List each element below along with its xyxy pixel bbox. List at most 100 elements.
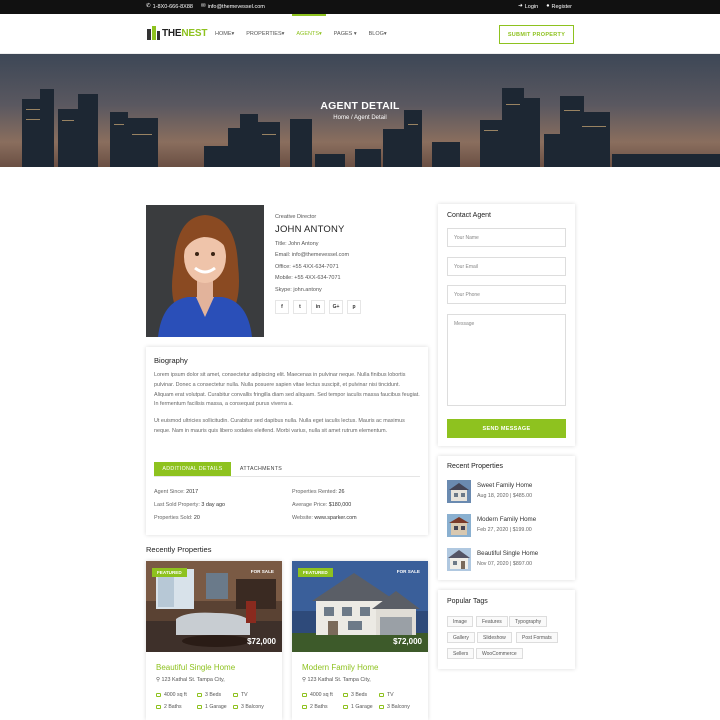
property-card[interactable]: FEATURED FOR SALE $72,000 Beautiful Sing… — [146, 561, 282, 720]
recent-property-price: $485.00 — [512, 493, 533, 499]
detail-label: Properties Sold: — [154, 515, 193, 521]
linkedin-icon[interactable]: in — [311, 299, 325, 314]
biography-paragraph-1: Lorem ipsum dolor sit amet, consectetur … — [154, 372, 420, 408]
breadcrumb-home-link[interactable]: Home — [333, 115, 349, 121]
address-text: 123 Kathal St. Tampa City, — [307, 677, 371, 683]
property-name[interactable]: Beautiful Single Home — [156, 663, 235, 672]
property-card[interactable]: FEATURED FOR SALE $72,000 Modern Family … — [292, 561, 428, 720]
agent-email-link[interactable]: info@themevessel.com — [292, 252, 349, 258]
nav-item-agents[interactable]: AGENTS▾ — [292, 14, 327, 54]
info-value: John Antony — [288, 240, 319, 247]
agent-mobile-row: Mobile: +55 4XX-634-7071 — [275, 275, 361, 281]
detail-value: 26 — [338, 489, 345, 495]
phone-icon: ✆ — [146, 3, 151, 10]
feature-beds: 3 Beds — [343, 692, 367, 698]
detail-website: Website: www.sparker.com — [292, 515, 357, 521]
user-icon: ● — [546, 3, 550, 10]
recent-property-item[interactable]: Sweet Family Home Aug 18, 2020 | $485.00 — [447, 480, 571, 504]
email-contact[interactable]: ✉ info@themevessel.com — [201, 4, 265, 10]
info-value: +55 4XX-634-7071 — [292, 263, 339, 270]
tag-item[interactable]: Post Formats — [516, 632, 558, 643]
submit-property-button[interactable]: SUBMIT PROPERTY — [499, 25, 574, 44]
register-link[interactable]: ● Register — [546, 4, 572, 10]
facebook-icon[interactable]: f — [275, 299, 289, 314]
twitter-icon[interactable]: t — [293, 299, 307, 314]
info-value: +55 4XX-634-7071 — [294, 275, 341, 281]
feature-tv: TV — [379, 692, 394, 698]
website-link[interactable]: www.sparker.com — [314, 515, 356, 521]
detail-value: 20 — [193, 515, 200, 521]
phone-input[interactable]: Your Phone — [447, 285, 566, 304]
recent-property-meta: Feb 27, 2020 | $199.00 — [477, 527, 532, 533]
nav-item-pages[interactable]: PAGES ▾ — [334, 31, 357, 54]
feature-baths: 2 Baths — [156, 704, 182, 710]
tab-additional-details[interactable]: ADDITIONAL DETAILS — [154, 462, 231, 476]
breadcrumb-current: Agent Detail — [354, 115, 387, 121]
property-image[interactable]: FEATURED FOR SALE $72,000 — [146, 561, 282, 652]
recent-property-meta: Nov 07, 2020 | $897.00 — [477, 561, 532, 567]
feature-beds: 3 Beds — [197, 692, 221, 698]
tag-item[interactable]: Gallery — [447, 632, 475, 643]
detail-value: 3 day ago — [201, 502, 226, 508]
bath-icon — [302, 705, 307, 709]
tag-item[interactable]: WooCommerce — [476, 648, 523, 659]
login-label: Login — [524, 4, 539, 10]
tab-attachments[interactable]: ATTACHMENTS — [231, 462, 291, 476]
recent-property-name[interactable]: Beautiful Single Home — [477, 550, 538, 557]
nav-item-properties[interactable]: PROPERTIES▾ — [246, 31, 284, 54]
detail-label: Website: — [292, 515, 313, 521]
tag-item[interactable]: Image — [447, 616, 473, 627]
pinterest-icon[interactable]: p — [347, 299, 361, 314]
popular-tags-title: Popular Tags — [447, 598, 488, 605]
bed-icon — [343, 693, 348, 697]
login-link[interactable]: ➜ Login — [518, 4, 538, 10]
info-label: Title: — [275, 240, 287, 247]
info-value: john.antony — [293, 286, 322, 293]
meta-separator: | — [510, 493, 512, 499]
recent-property-price: $897.00 — [512, 561, 533, 567]
detail-label: Agent Since: — [154, 489, 185, 495]
logo[interactable]: THENEST — [146, 26, 207, 40]
property-name[interactable]: Modern Family Home — [302, 663, 378, 672]
biography-card: Biography Lorem ipsum dolor sit amet, co… — [146, 347, 428, 535]
recent-property-name[interactable]: Sweet Family Home — [477, 482, 532, 489]
featured-badge: FEATURED — [152, 568, 187, 577]
feature-text: 4000 sq ft — [164, 692, 187, 698]
property-thumbnail — [447, 548, 471, 571]
feature-text: 1 Garage — [351, 704, 373, 710]
email-text: info@themevessel.com — [207, 4, 265, 10]
agent-title-row: Title: John Antony — [275, 241, 361, 247]
caret-down-icon: ▾ — [231, 31, 235, 37]
detail-value: $180,000 — [328, 502, 352, 508]
nav-item-blog[interactable]: BLOG▾ — [369, 31, 387, 54]
name-input[interactable]: Your Name — [447, 228, 566, 247]
phone-contact[interactable]: ✆ 1-8X0-666-8X88 — [146, 4, 193, 10]
tag-item[interactable]: Features — [476, 616, 508, 627]
recent-properties-card: Recent Properties Sweet Family Home Aug … — [438, 456, 575, 580]
top-bar: ✆ 1-8X0-666-8X88 ✉ info@themevessel.com ➜ L… — [0, 0, 720, 14]
nav-item-home[interactable]: HOME▾ — [215, 31, 234, 54]
email-input[interactable]: Your Email — [447, 257, 566, 276]
tag-item[interactable]: Sellers — [447, 648, 475, 659]
contact-agent-title: Contact Agent — [447, 212, 491, 219]
feature-tv: TV — [233, 692, 248, 698]
message-textarea[interactable]: Message — [447, 314, 566, 406]
lock-icon: ➜ — [518, 3, 523, 10]
recent-property-name[interactable]: Modern Family Home — [477, 516, 536, 523]
caret-down-icon: ▾ — [319, 31, 322, 37]
tag-item[interactable]: Typography — [509, 616, 548, 627]
feature-text: 3 Beds — [205, 692, 222, 698]
featured-badge: FEATURED — [298, 568, 333, 577]
recent-property-meta: Aug 18, 2020 | $485.00 — [477, 493, 532, 499]
biography-paragraph-2: Ut euismod ultricies sollicitudin. Curab… — [154, 418, 405, 434]
property-image[interactable]: FEATURED FOR SALE $72,000 — [292, 561, 428, 652]
feature-balcony: 3 Balcony — [379, 704, 410, 710]
logo-text-part2: NEST — [181, 27, 208, 39]
agent-role: Creative Director — [275, 214, 317, 220]
google-plus-icon[interactable]: G+ — [329, 299, 343, 314]
balcony-icon — [379, 705, 384, 709]
recent-property-item[interactable]: Modern Family Home Feb 27, 2020 | $199.0… — [447, 514, 571, 538]
recent-property-item[interactable]: Beautiful Single Home Nov 07, 2020 | $89… — [447, 548, 571, 572]
send-message-button[interactable]: SEND MESSAGE — [447, 419, 566, 438]
tag-item[interactable]: Slideshow — [477, 632, 512, 643]
